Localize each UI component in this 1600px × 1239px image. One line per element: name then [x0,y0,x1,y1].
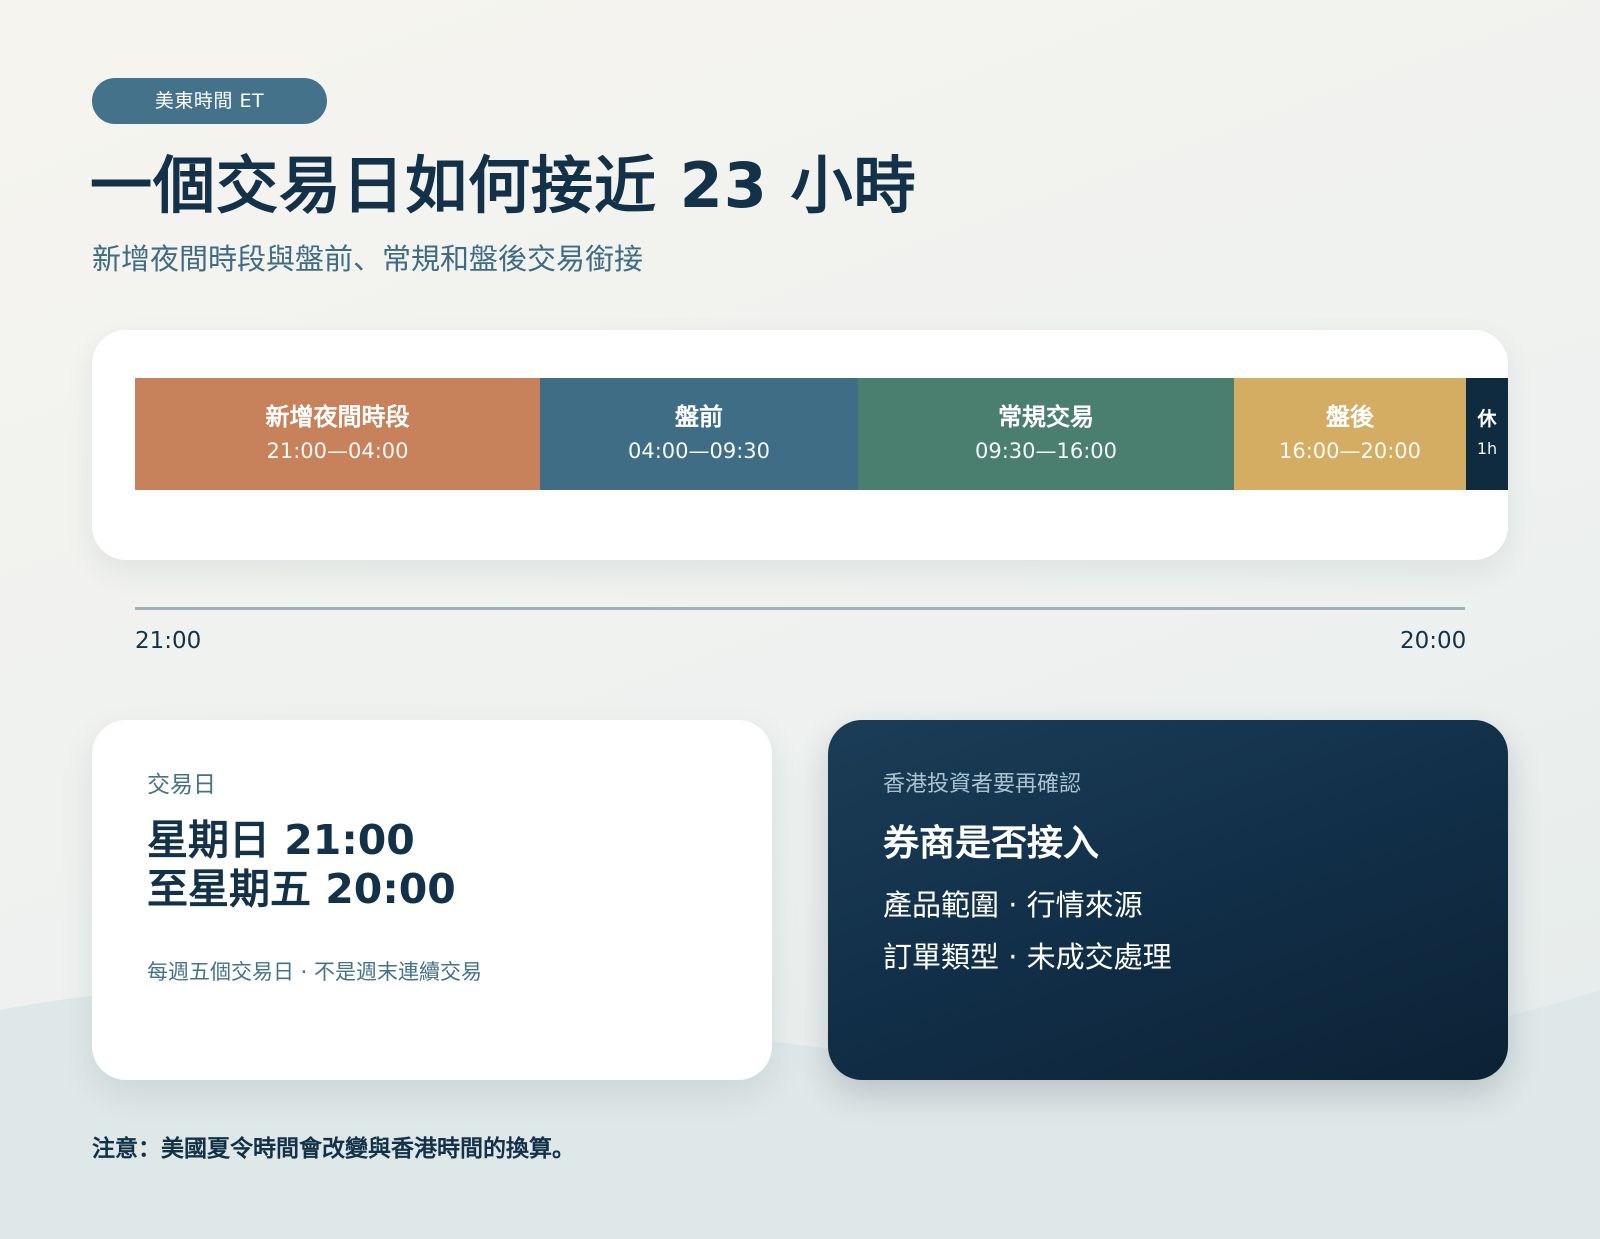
range-end: 至星期五 20:00 [147,865,456,913]
axis-end-label: 20:00 [1400,628,1467,654]
timezone-badge: 美東時間 ET [92,78,327,124]
card-kicker: 交易日 [147,772,216,798]
session-break: 休 1h [1466,378,1508,490]
trading-day-card: 交易日 星期日 21:00 至星期五 20:00 每週五個交易日 · 不是週末連… [92,720,772,1080]
page-subtitle: 新增夜間時段與盤前、常規和盤後交易銜接 [92,242,644,276]
session-label: 盤前 [675,403,723,431]
axis-start-label: 21:00 [135,628,202,654]
page-title: 一個交易日如何接近 23 小時 [90,149,917,222]
card-note: 每週五個交易日 · 不是週末連續交易 [147,960,483,984]
card-heading: 券商是否接入 [883,823,1100,864]
trading-day-range: 星期日 21:00 至星期五 20:00 [147,816,456,914]
session-label: 盤後 [1326,403,1374,431]
session-time: 21:00—04:00 [266,439,409,463]
session-bar: 新增夜間時段 21:00—04:00 盤前 04:00—09:30 常規交易 0… [135,378,1508,490]
session-label: 新增夜間時段 [265,403,410,431]
session-timeline-card: 新增夜間時段 21:00—04:00 盤前 04:00—09:30 常規交易 0… [92,330,1508,560]
page: 美東時間 ET 一個交易日如何接近 23 小時 新增夜間時段與盤前、常規和盤後交… [0,0,1600,1239]
session-time: 16:00—20:00 [1278,439,1422,463]
session-premarket: 盤前 04:00—09:30 [540,378,858,490]
session-time: 09:30—16:00 [974,439,1118,463]
card-kicker: 香港投資者要再確認 [883,772,1082,797]
session-overnight: 新增夜間時段 21:00—04:00 [135,378,540,490]
footer-note: 注意：美國夏令時間會改變與香港時間的換算。 [92,1136,575,1162]
session-label: 常規交易 [998,403,1094,431]
range-start: 星期日 21:00 [147,816,415,864]
check-item-line: 產品範圍 · 行情來源 [883,888,1143,922]
check-item-line: 訂單類型 · 未成交處理 [883,940,1172,974]
session-time: 1h [1476,439,1498,458]
session-time: 04:00—09:30 [627,439,771,463]
session-label: 休 [1477,408,1497,430]
session-regular: 常規交易 09:30—16:00 [858,378,1234,490]
timeline-axis [135,607,1465,610]
session-afterhours: 盤後 16:00—20:00 [1234,378,1466,490]
hk-investor-card: 香港投資者要再確認 券商是否接入 產品範圍 · 行情來源 訂單類型 · 未成交處… [828,720,1508,1080]
